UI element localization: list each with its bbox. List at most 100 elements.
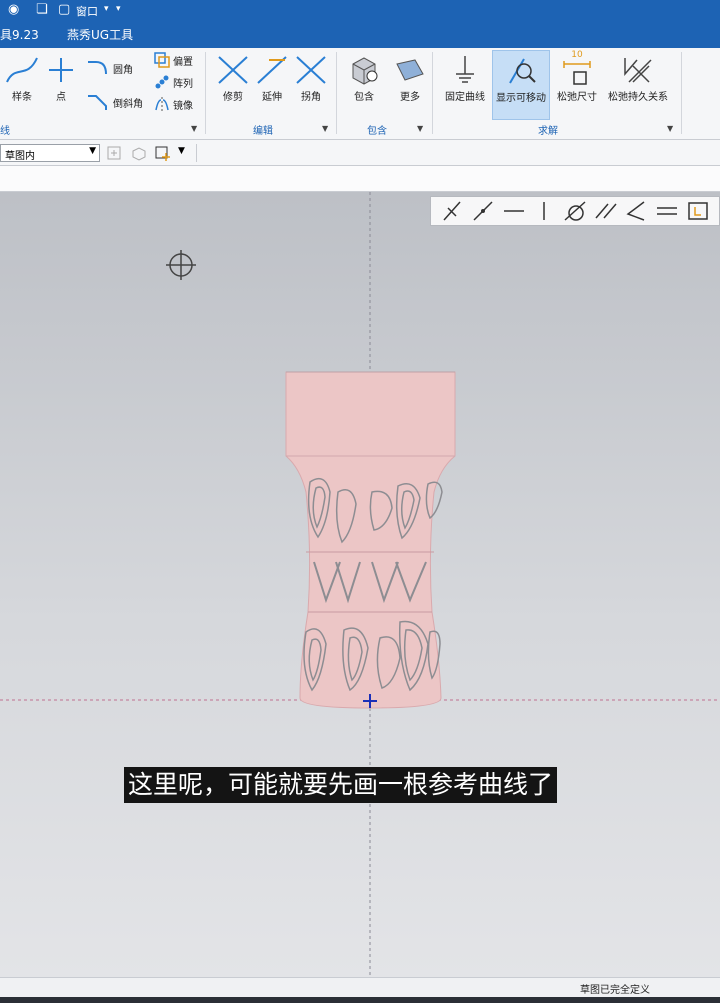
more-button[interactable]: 更多 [390, 54, 430, 103]
window-switch-icon[interactable]: ❏ [36, 2, 48, 17]
trim-icon [218, 56, 248, 84]
include-icon [352, 57, 378, 85]
include-group-label: 包含 [367, 126, 387, 137]
fillet-label: 圆角 [113, 64, 133, 76]
curve-group-label: 线 [0, 126, 10, 137]
show-movable-button[interactable]: 显示可移动 [492, 50, 550, 120]
selection-scope-select[interactable]: 草图内 ▼ [0, 144, 100, 162]
pattern-icon [155, 75, 169, 89]
point-button[interactable]: 点 [44, 54, 78, 103]
os-taskbar [0, 997, 720, 1003]
select-filter-icon[interactable] [106, 145, 124, 161]
coincident-constraint-icon[interactable] [440, 200, 464, 222]
fillet-button[interactable]: 圆角 [86, 58, 133, 78]
vase-model[interactable] [285, 371, 456, 709]
extend-icon [257, 56, 287, 84]
quick-access-dropdown-icon[interactable]: ▾ [116, 4, 121, 14]
point-on-curve-icon[interactable] [471, 200, 495, 222]
relax-persistent-icon [624, 58, 652, 83]
relax-dimension-icon [563, 61, 591, 85]
solve-group-label: 求解 [538, 126, 558, 137]
chamfer-button[interactable]: 倒斜角 [86, 92, 143, 112]
fix-curve-icon [456, 56, 474, 83]
selection-toolbar: 草图内 ▼ ▼ [0, 140, 720, 166]
trim-button[interactable]: 修剪 [214, 54, 252, 103]
show-movable-icon [509, 58, 536, 84]
corner-icon [296, 56, 326, 84]
window-menu-dropdown-icon[interactable]: ▾ [104, 4, 109, 14]
window-icon[interactable]: ▢ [58, 2, 70, 17]
fix-curve-button[interactable]: 固定曲线 [440, 54, 490, 103]
include-group-expand-icon[interactable]: ▼ [417, 124, 423, 133]
select-region-icon[interactable] [154, 145, 172, 161]
fillet-icon [88, 61, 107, 75]
offset-icon [154, 52, 170, 68]
relax-dimension-value: 10 [571, 50, 583, 60]
ribbon: 样条 点 圆角 倒斜角 偏置 阵列 镜像 线 ▼ 修剪 延伸 拐角 编辑 ▼ 包… [0, 48, 720, 140]
vertical-constraint-icon[interactable] [532, 200, 556, 222]
graphics-viewport[interactable]: 这里呢，可能就要先画一根参考曲线了 [0, 192, 720, 977]
constraint-toolbar [430, 196, 720, 226]
more-icon [396, 59, 424, 81]
trim-label: 修剪 [223, 92, 243, 103]
chevron-down-icon: ▼ [89, 146, 96, 156]
show-movable-label: 显示可移动 [496, 93, 546, 104]
tab-tools[interactable]: 具9.23 [0, 26, 39, 43]
equal-length-constraint-icon[interactable] [655, 200, 679, 222]
corner-label: 拐角 [301, 92, 321, 103]
spline-icon [6, 57, 38, 83]
mirror-label: 镜像 [173, 100, 193, 112]
relax-dimension-label: 松弛尺寸 [557, 92, 597, 103]
tangent-constraint-icon[interactable] [563, 200, 587, 222]
spline-button[interactable]: 样条 [4, 54, 40, 103]
fix-curve-label: 固定曲线 [445, 92, 485, 103]
curve-group-expand-icon[interactable]: ▼ [191, 124, 197, 133]
point-icon [49, 58, 73, 82]
mirror-button[interactable]: 镜像 [154, 96, 193, 112]
title-bar: ◉ ❏ ▢ 窗口 ▾ ▾ [0, 0, 720, 20]
group-divider [205, 52, 206, 134]
point-label: 点 [56, 92, 66, 103]
group-divider [681, 52, 682, 134]
extend-label: 延伸 [262, 92, 282, 103]
mirror-icon [155, 97, 169, 111]
region-dropdown-icon[interactable]: ▼ [178, 146, 185, 156]
spline-label: 样条 [12, 92, 32, 103]
offset-button[interactable]: 偏置 [154, 52, 193, 68]
edit-group-label: 编辑 [253, 126, 273, 137]
view-icon[interactable]: ◉ [8, 2, 19, 17]
sketch-status-text: 草图已完全定义 [580, 985, 650, 996]
fixed-constraint-icon[interactable] [686, 200, 710, 222]
include-label: 包含 [354, 92, 374, 103]
cue-line [0, 166, 720, 192]
relax-persistent-label: 松弛持久关系 [608, 92, 668, 103]
edit-group-expand-icon[interactable]: ▼ [322, 124, 328, 133]
sketch-canvas[interactable] [0, 192, 720, 977]
pattern-label: 阵列 [173, 78, 193, 90]
chamfer-icon [88, 95, 107, 110]
crosshair-cursor-icon [166, 250, 196, 280]
selection-scope-value: 草图内 [5, 151, 35, 162]
solve-group-expand-icon[interactable]: ▼ [667, 124, 673, 133]
parallel-constraint-icon[interactable] [594, 200, 618, 222]
pattern-button[interactable]: 阵列 [154, 74, 193, 90]
toolbar-divider [196, 144, 197, 162]
horizontal-constraint-icon[interactable] [502, 200, 526, 222]
video-subtitle: 这里呢，可能就要先画一根参考曲线了 [124, 767, 558, 803]
window-menu[interactable]: 窗口 [76, 3, 98, 19]
relax-persistent-button[interactable]: 松弛持久关系 [604, 54, 672, 103]
offset-label: 偏置 [173, 56, 193, 68]
ribbon-tab-bar: 具9.23 燕秀UG工具 [0, 20, 720, 48]
corner-button[interactable]: 拐角 [292, 54, 330, 103]
perpendicular-constraint-icon[interactable] [624, 200, 648, 222]
extend-button[interactable]: 延伸 [253, 54, 291, 103]
select-body-icon[interactable] [130, 145, 148, 161]
more-label: 更多 [400, 92, 420, 103]
chamfer-label: 倒斜角 [113, 98, 143, 110]
group-divider [336, 52, 337, 134]
include-button[interactable]: 包含 [344, 54, 384, 103]
group-divider [432, 52, 433, 134]
tab-yanxiu-ug-tools[interactable]: 燕秀UG工具 [67, 26, 133, 43]
status-bar: 草图已完全定义 [0, 977, 720, 997]
relax-dimension-button[interactable]: 10 松弛尺寸 [552, 50, 602, 103]
